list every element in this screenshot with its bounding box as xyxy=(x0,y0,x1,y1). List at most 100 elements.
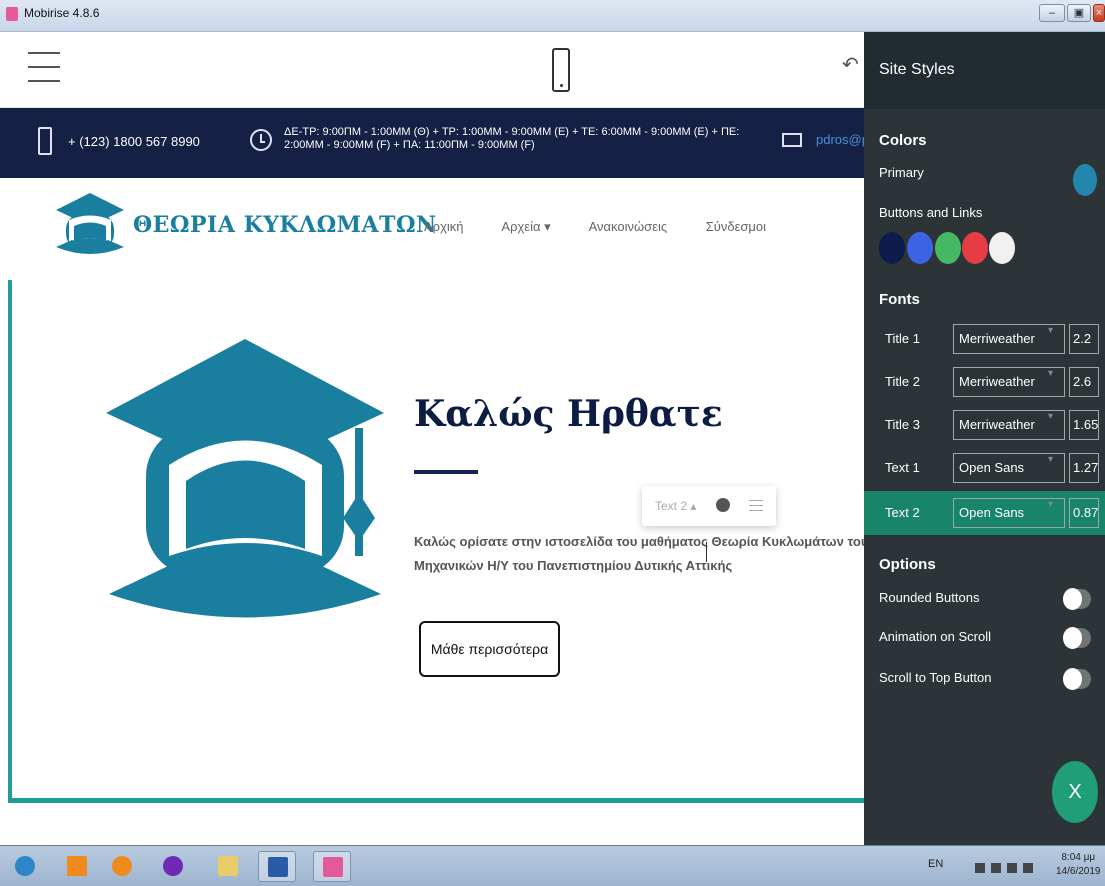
font-row-title-3: Title 3 Merriweather ▾ 1.65 xyxy=(864,403,1105,447)
panel-header: Site Styles xyxy=(864,32,1105,109)
font-family-value: Merriweather xyxy=(959,331,1035,346)
button-color-swatch[interactable] xyxy=(907,232,933,264)
primary-color-swatch[interactable] xyxy=(1073,164,1097,196)
nav-item-links[interactable]: Σύνδεσμοι xyxy=(706,219,766,234)
hero-description[interactable]: Καλώς ορίσατε στην ιστοσελίδα του μαθήμα… xyxy=(414,530,864,578)
chevron-down-icon: ▾ xyxy=(1048,368,1054,379)
font-family-select[interactable]: Open Sans ▾ xyxy=(953,453,1065,483)
font-size-input[interactable]: 2.6 xyxy=(1069,367,1099,397)
font-family-select[interactable]: Merriweather ▾ xyxy=(953,410,1065,440)
chevron-down-icon: ▾ xyxy=(1048,454,1054,465)
font-family-value: Open Sans xyxy=(959,505,1025,520)
menu-icon[interactable] xyxy=(28,52,60,86)
page-bottom-area xyxy=(0,803,864,845)
firefox-taskbar-icon[interactable] xyxy=(103,851,141,882)
font-size-input[interactable]: 1.65 xyxy=(1069,410,1099,440)
font-label: Title 2 xyxy=(885,374,920,389)
font-size-input[interactable]: 2.2 xyxy=(1069,324,1099,354)
text-cursor xyxy=(706,542,707,562)
chevron-down-icon: ▾ xyxy=(1048,411,1054,422)
font-row-title-1: Title 1 Merriweather ▾ 2.2 xyxy=(864,317,1105,361)
hero-title-underline xyxy=(414,470,478,474)
mobirise-taskbar-icon[interactable] xyxy=(313,851,351,882)
email-link[interactable]: pdros@p xyxy=(816,132,864,147)
button-color-swatch[interactable] xyxy=(879,232,905,264)
contact-bar: + (123) 1800 567 8990 ΔΕ-ΤΡ: 9:00ΠΜ - 1:… xyxy=(0,108,864,178)
scroll-to-top-toggle[interactable] xyxy=(1063,668,1091,690)
font-family-value: Merriweather xyxy=(959,417,1035,432)
media-taskbar-icon[interactable] xyxy=(154,851,192,882)
chevron-down-icon: ▾ xyxy=(1048,499,1054,510)
title-bar: Mobirise 4.8.6 – ▣ × xyxy=(0,0,1105,32)
clock-date: 14/6/2019 xyxy=(1056,866,1101,877)
word-taskbar-icon[interactable] xyxy=(258,851,296,882)
text-color-picker[interactable] xyxy=(716,498,730,512)
text-style-toolbar: Text 2 ▴ xyxy=(642,486,776,526)
text-align-icon[interactable] xyxy=(749,500,763,515)
start-button[interactable] xyxy=(6,851,44,882)
site-brand[interactable]: ΘΕΩΡΙΑ ΚΥΚΛΩΜΑΤΩΝ xyxy=(133,212,437,238)
buttons-links-label: Buttons and Links xyxy=(879,205,983,220)
font-label: Title 1 xyxy=(885,331,920,346)
font-family-select[interactable]: Merriweather ▾ xyxy=(953,367,1065,397)
option-label: Scroll to Top Button xyxy=(879,670,992,685)
undo-icon[interactable]: ↶ xyxy=(842,52,859,77)
app-window: Mobirise 4.8.6 – ▣ × ↶ + (123) 1800 567 … xyxy=(0,0,1105,886)
font-row-title-2: Title 2 Merriweather ▾ 2.6 xyxy=(864,360,1105,404)
hero-description-line: Καλώς ορίσατε στην ιστοσελίδα του μαθήμα… xyxy=(414,534,864,549)
file-explorer-taskbar-icon[interactable] xyxy=(209,851,247,882)
graduation-cap-icon xyxy=(56,193,124,254)
vlc-taskbar-icon[interactable] xyxy=(58,851,96,882)
primary-color-label: Primary xyxy=(879,165,924,180)
button-color-swatch[interactable] xyxy=(962,232,988,264)
animation-on-scroll-toggle[interactable] xyxy=(1063,627,1091,649)
mail-icon xyxy=(782,133,802,147)
site-styles-panel: Site Styles Colors Primary Buttons and L… xyxy=(864,32,1105,845)
button-color-swatch[interactable] xyxy=(935,232,961,264)
close-panel-button[interactable]: X xyxy=(1052,761,1098,823)
rounded-buttons-toggle[interactable] xyxy=(1063,588,1091,610)
font-label: Text 1 xyxy=(885,460,920,475)
font-label: Text 2 xyxy=(885,505,920,520)
nav-item-files[interactable]: Αρχεία ▾ xyxy=(501,219,550,234)
chevron-down-icon: ▾ xyxy=(1048,325,1054,336)
font-family-value: Merriweather xyxy=(959,374,1035,389)
graduation-cap-illustration xyxy=(106,339,384,618)
nav-item-announcements[interactable]: Ανακοινώσεις xyxy=(589,219,668,234)
close-button[interactable]: × xyxy=(1093,4,1105,22)
phone-icon xyxy=(38,127,52,155)
windows-taskbar: EN 8:04 μμ 14/6/2019 xyxy=(0,845,1105,886)
clock-time: 8:04 μμ xyxy=(1061,852,1096,863)
system-tray-icons[interactable] xyxy=(975,860,1055,873)
window-title: Mobirise 4.8.6 xyxy=(24,6,100,20)
hero-description-line: Μηχανικών Η/Υ του Πανεπιστημίου Δυτικής … xyxy=(414,558,733,573)
fonts-heading: Fonts xyxy=(879,291,920,308)
options-heading: Options xyxy=(879,556,936,573)
opening-hours: ΔΕ-ΤΡ: 9:00ΠΜ - 1:00ΜΜ (Θ) + ΤΡ: 1:00ΜΜ … xyxy=(284,126,740,151)
taskbar-clock[interactable]: 8:04 μμ 14/6/2019 xyxy=(1056,851,1101,879)
mobile-preview-icon[interactable] xyxy=(552,48,570,92)
nav-item-home[interactable]: Αρχική xyxy=(424,219,464,234)
hero-title[interactable]: Καλώς Ηρθατε xyxy=(414,393,723,435)
font-size-input[interactable]: 1.27 xyxy=(1069,453,1099,483)
section-left-border xyxy=(8,280,12,802)
font-size-input[interactable]: 0.87 xyxy=(1069,498,1099,528)
language-indicator[interactable]: EN xyxy=(928,858,943,870)
minimize-button[interactable]: – xyxy=(1039,4,1065,22)
main-navigation: Αρχική Αρχεία ▾ Ανακοινώσεις Σύνδεσμοι xyxy=(424,219,801,235)
phone-text: + (123) 1800 567 8990 xyxy=(68,134,200,149)
font-family-value: Open Sans xyxy=(959,460,1025,475)
font-row-text-1: Text 1 Open Sans ▾ 1.27 xyxy=(864,446,1105,490)
text-style-dropdown[interactable]: Text 2 ▴ xyxy=(655,499,696,513)
clock-icon xyxy=(250,129,272,151)
font-family-select[interactable]: Merriweather ▾ xyxy=(953,324,1065,354)
option-label: Rounded Buttons xyxy=(879,590,980,605)
mobirise-icon xyxy=(6,7,18,21)
font-row-text-2: Text 2 Open Sans ▾ 0.87 xyxy=(864,491,1105,535)
site-navbar: ΘΕΩΡΙΑ ΚΥΚΛΩΜΑΤΩΝ Αρχική Αρχεία ▾ Ανακοι… xyxy=(0,178,864,280)
learn-more-button[interactable]: Μάθε περισσότερα xyxy=(419,621,560,677)
panel-title: Site Styles xyxy=(879,61,955,78)
button-color-swatch[interactable] xyxy=(989,232,1015,264)
font-family-select[interactable]: Open Sans ▾ xyxy=(953,498,1065,528)
maximize-button[interactable]: ▣ xyxy=(1067,4,1091,22)
